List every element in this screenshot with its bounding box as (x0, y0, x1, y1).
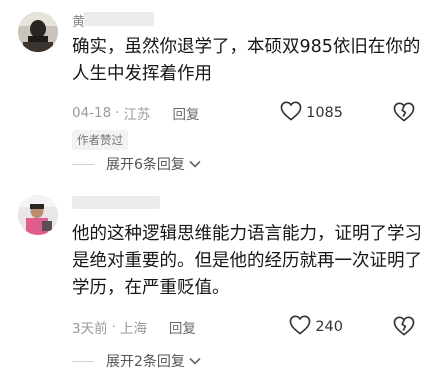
avatar[interactable] (18, 12, 58, 52)
username-redacted (84, 12, 154, 26)
divider-line (72, 360, 94, 362)
comment-meta: 04-18 · 江苏 回复 (72, 103, 200, 123)
dislike-button[interactable] (393, 102, 415, 126)
avatar[interactable] (18, 195, 58, 235)
expand-replies-label: 展开2条回复 (106, 354, 185, 370)
heart-outline-icon (289, 315, 315, 339)
username-redacted (72, 196, 160, 209)
meta-separator: · (115, 105, 120, 121)
comment-location: 上海 (119, 321, 147, 337)
dislike-button[interactable] (393, 316, 415, 340)
comment-text: 他的这种逻辑思维能力语言能力，证明了学习是绝对重要的。但是他的经历就再一次证明了… (72, 224, 422, 298)
chevron-down-icon (189, 156, 201, 172)
comment-date: 3天前 (72, 321, 108, 337)
reply-button[interactable]: 回复 (173, 103, 200, 123)
like-count: 1085 (306, 105, 343, 121)
comment-text: 确实，虽然你退学了，本硕双985依旧在你的人生中发挥着作用 (72, 37, 421, 84)
like-button[interactable]: 240 (289, 315, 343, 339)
comment-location: 江苏 (123, 107, 151, 123)
heart-outline-icon (280, 101, 306, 125)
expand-replies-button[interactable]: 展开6条回复 (72, 154, 201, 174)
reply-button[interactable]: 回复 (169, 317, 196, 337)
broken-heart-icon (393, 102, 415, 126)
like-button[interactable]: 1085 (280, 101, 343, 125)
expand-replies-button[interactable]: 展开2条回复 (72, 351, 201, 371)
chevron-down-icon (189, 353, 201, 369)
divider-line (72, 163, 94, 165)
comment-meta: 3天前 · 上海 回复 (72, 317, 196, 337)
comment-date: 04-18 (72, 105, 112, 121)
meta-separator: · (111, 319, 116, 335)
broken-heart-icon (393, 316, 415, 340)
like-count: 240 (315, 319, 343, 335)
expand-replies-label: 展开6条回复 (106, 157, 185, 173)
author-liked-badge: 作者赞过 (72, 130, 128, 150)
